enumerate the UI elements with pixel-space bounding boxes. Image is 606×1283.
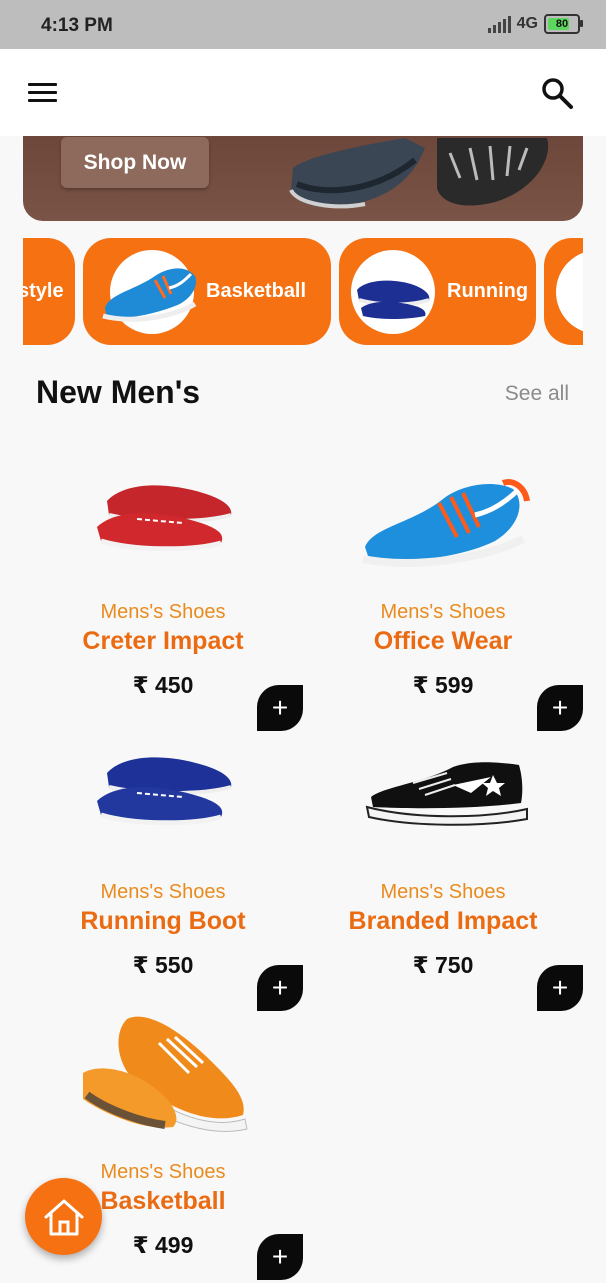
signal-icon xyxy=(487,15,511,33)
product-name: Running Boot xyxy=(80,907,246,935)
see-all-link[interactable]: See all xyxy=(505,382,569,406)
search-icon[interactable] xyxy=(540,76,574,110)
home-icon xyxy=(44,1199,83,1235)
network-type: 4G xyxy=(516,15,538,32)
status-bar: 4:13 PM 4G 80 xyxy=(0,0,606,49)
section-title: New Men's xyxy=(36,374,201,410)
product-category: Mens's Shoes xyxy=(100,601,226,623)
red-boat-shoe-image xyxy=(97,485,232,552)
blue-sneaker-icon xyxy=(102,249,197,334)
product-card[interactable]: Mens's Shoes Running Boot ₹ 550 + xyxy=(23,723,303,1011)
shop-now-button[interactable]: Shop Now xyxy=(61,137,209,188)
product-category: Mens's Shoes xyxy=(100,881,226,903)
category-basketball[interactable]: Basketball xyxy=(83,238,331,345)
add-to-cart-button[interactable]: + xyxy=(257,1234,303,1280)
product-category: Mens's Shoes xyxy=(380,881,506,903)
category-label: style xyxy=(23,280,64,302)
product-card[interactable]: Mens's Shoes Branded Impact ₹ 750 + xyxy=(303,723,583,1011)
product-name: Office Wear xyxy=(373,627,513,655)
product-name: Creter Impact xyxy=(82,627,244,655)
status-indicators: 4G 80 xyxy=(487,14,583,34)
category-partial[interactable] xyxy=(544,238,583,345)
black-sneaker-image xyxy=(365,762,528,826)
orange-sneaker-image xyxy=(83,1016,248,1132)
shoe-icon xyxy=(556,249,583,334)
category-lifestyle[interactable]: style xyxy=(23,238,75,345)
add-to-cart-button[interactable]: + xyxy=(537,965,583,1011)
category-label: Running xyxy=(447,280,529,302)
product-card[interactable]: Mens's Shoes Office Wear ₹ 599 + xyxy=(303,443,583,731)
blue-sneaker-image xyxy=(362,479,530,567)
battery-level: 80 xyxy=(555,18,569,30)
product-category: Mens's Shoes xyxy=(380,601,506,623)
app-bar xyxy=(0,49,606,136)
menu-icon[interactable] xyxy=(28,81,58,103)
navy-shoe-icon xyxy=(351,249,435,334)
product-name: Branded Impact xyxy=(348,907,538,935)
home-button[interactable] xyxy=(25,1178,102,1255)
battery-icon: 80 xyxy=(544,14,583,34)
status-time: 4:13 PM xyxy=(41,15,113,36)
category-label: Basketball xyxy=(206,280,307,302)
blue-boat-shoe-image xyxy=(97,757,232,826)
category-carousel[interactable]: style Basketball Running xyxy=(23,238,583,346)
category-running[interactable]: Running xyxy=(339,238,536,345)
product-card[interactable]: Mens's Shoes Creter Impact ₹ 450 + xyxy=(23,443,303,731)
